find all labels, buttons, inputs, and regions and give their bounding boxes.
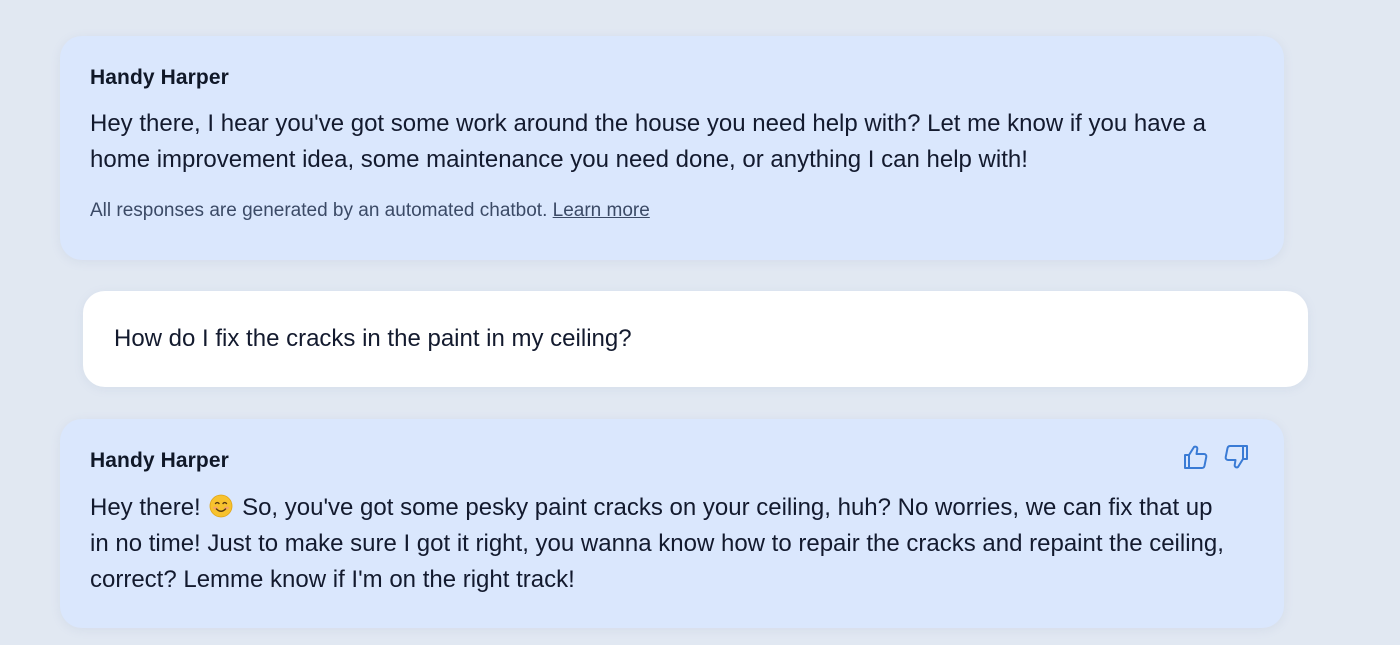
bot-message-greeting: Handy Harper Hey there, I hear you've go…: [60, 36, 1284, 260]
sender-name: Handy Harper: [90, 449, 229, 472]
bot-message-reply: Handy Harper Hey there! So, you've got s…: [60, 419, 1284, 628]
learn-more-link[interactable]: Learn more: [553, 200, 650, 221]
thumbs-down-icon: [1224, 445, 1248, 469]
message-text-start: Hey there!: [90, 494, 201, 521]
message-text-rest: So, you've got some pesky paint cracks o…: [90, 494, 1224, 593]
user-message: How do I fix the cracks in the paint in …: [83, 291, 1308, 387]
thumbs-up-icon: [1184, 445, 1208, 469]
thumbs-down-button[interactable]: [1222, 443, 1250, 471]
thumbs-up-button[interactable]: [1182, 443, 1210, 471]
chat-thread: Handy Harper Hey there, I hear you've go…: [0, 0, 1400, 645]
bot-disclaimer: All responses are generated by an automa…: [90, 200, 650, 222]
message-text: How do I fix the cracks in the paint in …: [114, 325, 632, 352]
disclaimer-text: All responses are generated by an automa…: [90, 200, 548, 221]
sender-name: Handy Harper: [90, 66, 229, 89]
message-text: Hey there! So, you've got some pesky pai…: [90, 490, 1224, 598]
smiling-face-icon: [209, 494, 233, 518]
message-text: Hey there, I hear you've got some work a…: [90, 110, 1206, 173]
feedback-controls: [1182, 443, 1250, 471]
